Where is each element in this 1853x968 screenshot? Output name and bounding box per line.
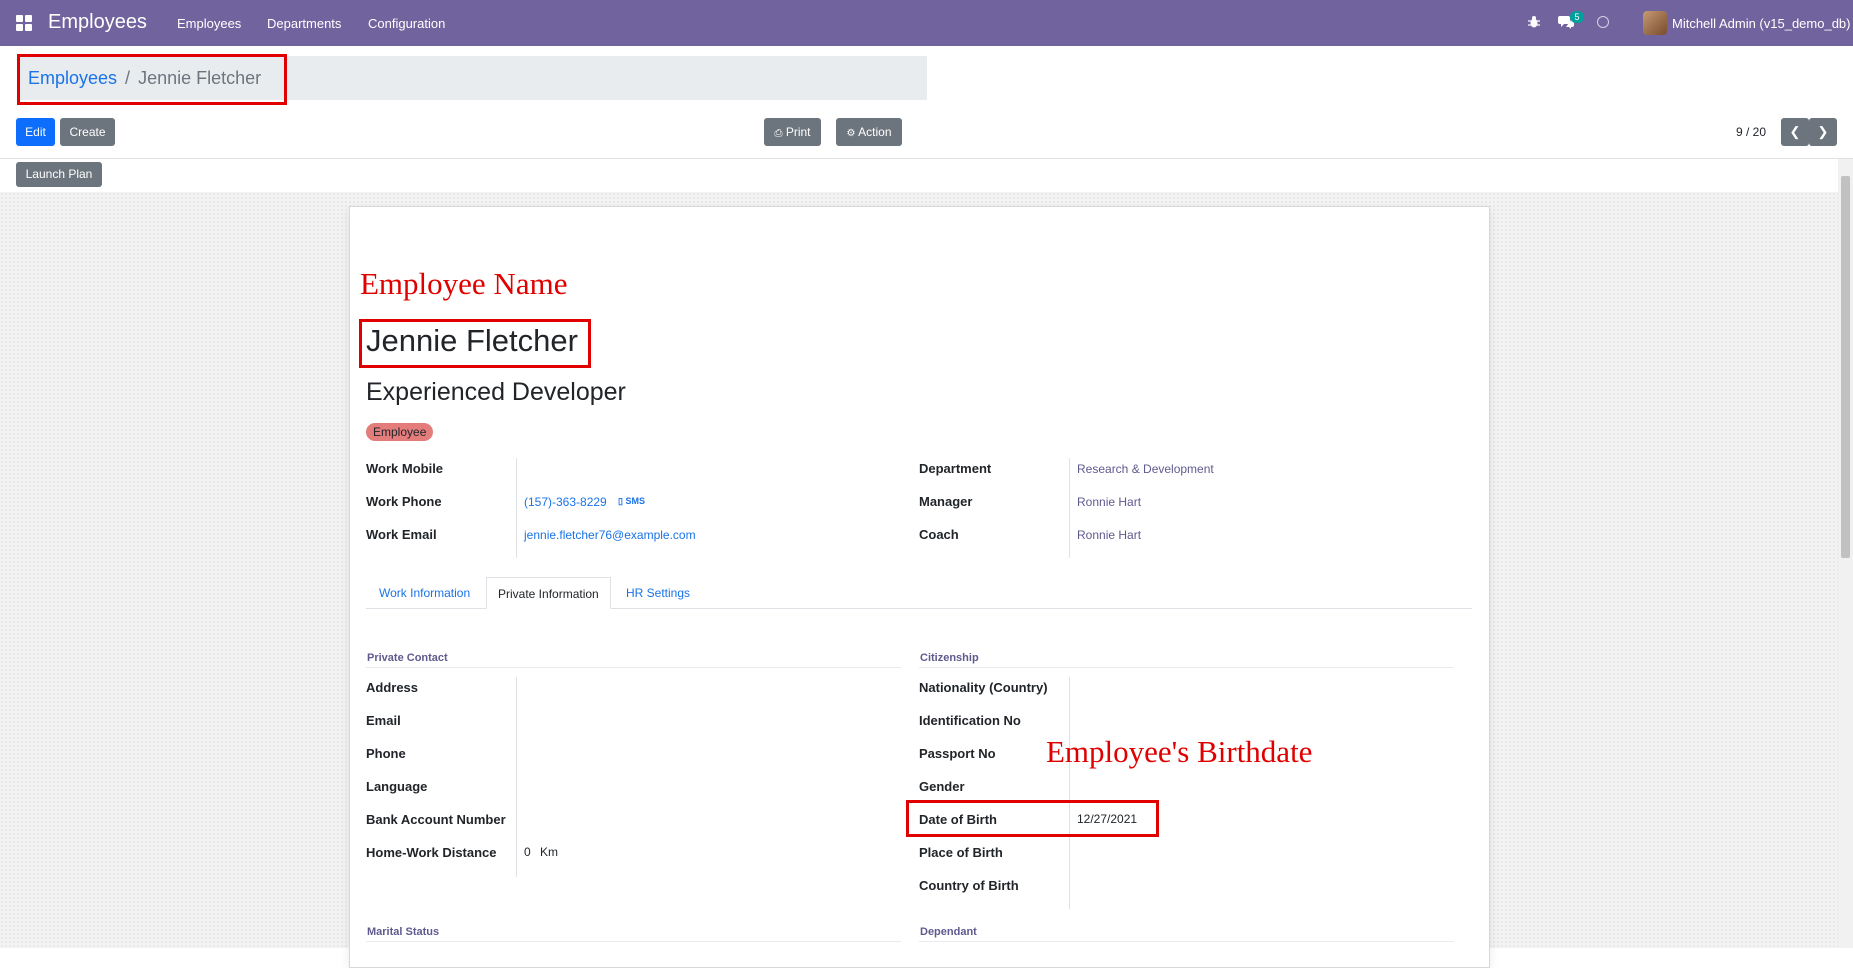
work-phone-label: Work Phone [366,494,442,509]
dependant-section-title: Dependant [920,926,977,938]
pager-next-button[interactable]: ❯ [1809,118,1837,146]
work-email-value[interactable]: jennie.fletcher76@example.com [524,528,696,542]
private-contact-separator [516,677,517,877]
menu-configuration[interactable]: Configuration [368,16,445,31]
top-navbar: Employees Employees Departments Configur… [0,0,1853,46]
activity-clock-icon[interactable] [1597,16,1609,28]
nationality-label: Nationality (Country) [919,680,1048,695]
pager-previous-button[interactable]: ❮ [1781,118,1809,146]
country-of-birth-label: Country of Birth [919,878,1019,893]
message-count-badge: 5 [1570,11,1584,23]
launch-plan-button[interactable]: Launch Plan [16,162,102,187]
citizenship-section-title: Citizenship [920,652,979,664]
passport-label: Passport No [919,746,996,761]
annotation-employee-name: Employee Name [360,266,568,301]
user-menu[interactable]: Mitchell Admin (v15_demo_db) [1672,16,1850,31]
mobile-icon: ▯ [618,496,623,506]
private-contact-section-title: Private Contact [367,652,448,664]
action-button[interactable]: ⚙ Action [836,118,902,146]
annotation-birthdate: Employee's Birthdate [1046,734,1313,769]
work-mobile-label: Work Mobile [366,461,444,476]
user-avatar[interactable] [1643,11,1667,35]
employee-tag[interactable]: Employee [366,423,434,441]
distance-unit: Km [540,845,559,859]
manager-label: Manager [919,494,973,509]
work-phone-value[interactable]: (157)-363-8229 [524,495,607,509]
statusbar [0,159,1853,192]
dependant-section-line [919,941,1454,942]
citizenship-separator [1069,677,1070,909]
gender-label: Gender [919,779,965,794]
chevron-left-icon: ❮ [1789,124,1801,139]
gear-icon: ⚙ [846,128,856,139]
scrollbar-thumb[interactable] [1841,176,1850,558]
chevron-right-icon: ❯ [1817,124,1829,139]
pager-value[interactable]: 9 / 20 [1736,125,1766,139]
menu-employees[interactable]: Employees [177,16,241,31]
breadcrumb-highlight-box [17,54,287,105]
coach-label: Coach [919,527,959,542]
coach-value[interactable]: Ronnie Hart [1077,528,1141,542]
menu-departments[interactable]: Departments [267,16,341,31]
email-label: Email [366,713,401,728]
work-email-label: Work Email [366,527,437,542]
apps-grid-icon[interactable] [16,15,32,31]
marital-status-section-line [366,941,901,942]
tab-work-information[interactable]: Work Information [379,577,470,609]
debug-bug-icon[interactable] [1527,15,1541,29]
employee-name-highlight-box [359,319,591,368]
home-work-distance-label: Home-Work Distance [366,845,497,860]
app-title[interactable]: Employees [48,11,147,34]
print-label: Print [785,125,811,139]
edit-button[interactable]: Edit [16,118,55,146]
printer-icon: ⎙ [774,128,783,139]
sms-label: SMS [625,496,645,506]
language-label: Language [366,779,428,794]
create-button[interactable]: Create [60,118,115,146]
manager-value[interactable]: Ronnie Hart [1077,495,1141,509]
job-title: Experienced Developer [366,378,626,406]
bank-account-label: Bank Account Number [366,812,506,827]
citizenship-section-line [919,667,1454,668]
contact-left-separator [516,458,517,558]
identification-label: Identification No [919,713,1021,728]
print-button[interactable]: ⎙ Print [764,118,821,146]
tab-private-information[interactable]: Private Information [486,577,611,609]
private-contact-section-line [366,667,901,668]
action-label: Action [858,125,892,139]
tab-hr-settings[interactable]: HR Settings [626,577,690,609]
distance-number: 0 [524,845,531,859]
department-value[interactable]: Research & Development [1077,462,1214,476]
birthdate-highlight-box [906,800,1159,837]
phone-label: Phone [366,746,406,761]
sms-button[interactable]: ▯ SMS [618,496,645,507]
home-work-distance-value: 0 Km [524,845,558,859]
department-label: Department [919,461,992,476]
marital-status-section-title: Marital Status [367,926,440,938]
address-label: Address [366,680,419,695]
contact-right-separator [1069,458,1070,558]
place-of-birth-label: Place of Birth [919,845,1003,860]
